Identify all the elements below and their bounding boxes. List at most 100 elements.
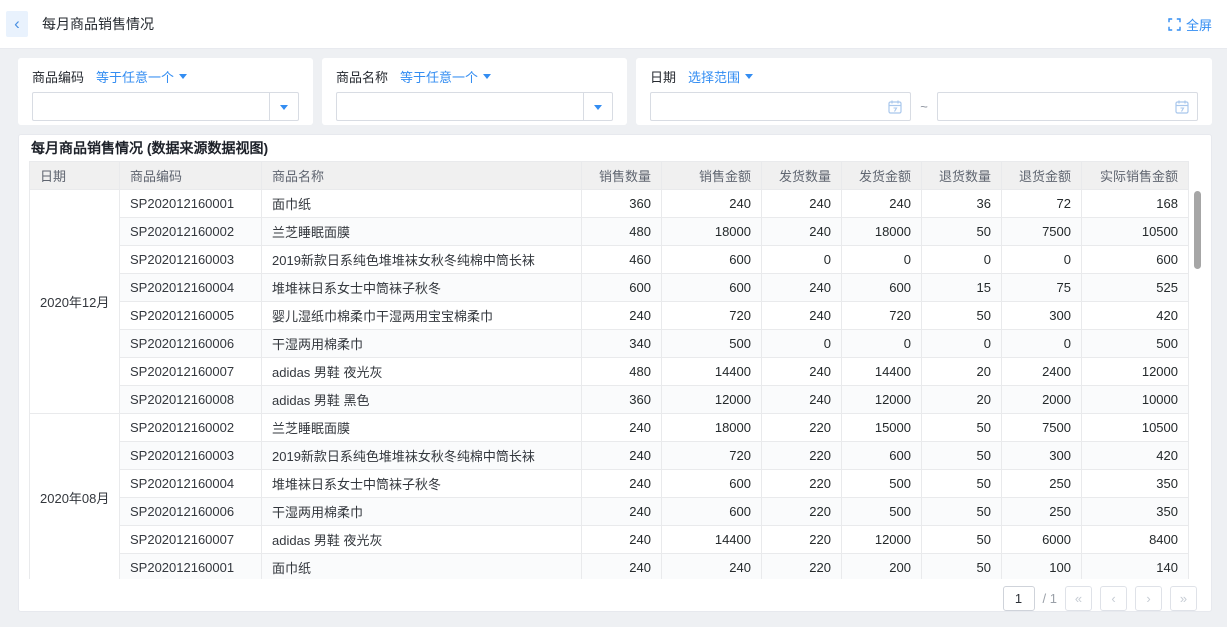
metric-cell: 240 xyxy=(582,498,662,526)
back-button[interactable]: ‹ xyxy=(6,11,28,37)
product-code-filter-label: 商品编码 xyxy=(32,67,84,86)
metric-cell: 14400 xyxy=(662,526,762,554)
header-cell: 商品名称 xyxy=(262,162,582,190)
date-range-separator: ~ xyxy=(920,99,928,114)
metric-cell: 240 xyxy=(762,274,842,302)
next-page-button[interactable]: › xyxy=(1135,586,1162,611)
metric-cell: 240 xyxy=(582,414,662,442)
date-filter-label: 日期 xyxy=(650,67,676,86)
table-row: SP202012160007adidas 男鞋 夜光灰2401440022012… xyxy=(30,526,1189,554)
table-body: 2020年12月SP202012160001面巾纸360240240240367… xyxy=(30,190,1189,580)
metric-cell: 140 xyxy=(1082,554,1189,580)
product-name-cell: 面巾纸 xyxy=(262,190,582,218)
product-name-cell: 面巾纸 xyxy=(262,554,582,580)
fullscreen-label: 全屏 xyxy=(1186,15,1212,34)
header-cell: 退货数量 xyxy=(922,162,1002,190)
back-chevron-icon: ‹ xyxy=(14,15,20,32)
product-name-select-value xyxy=(337,93,583,120)
product-name-cell: 兰芝睡眠面膜 xyxy=(262,414,582,442)
metric-cell: 420 xyxy=(1082,442,1189,470)
page-number-input[interactable]: 1 xyxy=(1003,586,1035,611)
metric-cell: 50 xyxy=(922,218,1002,246)
metric-cell: 480 xyxy=(582,358,662,386)
metric-cell: 360 xyxy=(582,386,662,414)
metric-cell: 500 xyxy=(662,330,762,358)
product-code-cell: SP202012160002 xyxy=(120,414,262,442)
date-operator-link[interactable]: 选择范围 xyxy=(688,67,753,86)
metric-cell: 240 xyxy=(662,190,762,218)
filter-row: 商品编码 等于任意一个 商品名称 等于任意一个 xyxy=(18,58,1212,125)
metric-cell: 240 xyxy=(582,442,662,470)
date-end-input[interactable] xyxy=(937,92,1198,121)
table-row: SP202012160002兰芝睡眠面膜48018000240180005075… xyxy=(30,218,1189,246)
prev-page-button[interactable]: ‹ xyxy=(1100,586,1127,611)
metric-cell: 0 xyxy=(842,246,922,274)
fullscreen-button[interactable]: 全屏 xyxy=(1168,15,1212,34)
product-code-select-arrow[interactable] xyxy=(269,93,298,120)
metric-cell: 500 xyxy=(842,498,922,526)
metric-cell: 220 xyxy=(762,498,842,526)
metric-cell: 2000 xyxy=(1002,386,1082,414)
metric-cell: 240 xyxy=(582,302,662,330)
operator-text: 等于任意一个 xyxy=(400,67,478,86)
product-name-cell: 堆堆袜日系女士中筒袜子秋冬 xyxy=(262,470,582,498)
metric-cell: 8400 xyxy=(1082,526,1189,554)
sales-table: 日期商品编码商品名称销售数量销售金额发货数量发货金额退货数量退货金额实际销售金额… xyxy=(29,161,1189,579)
product-name-cell: adidas 男鞋 夜光灰 xyxy=(262,358,582,386)
metric-cell: 0 xyxy=(922,246,1002,274)
product-name-operator-link[interactable]: 等于任意一个 xyxy=(400,67,491,86)
metric-cell: 720 xyxy=(842,302,922,330)
metric-cell: 0 xyxy=(762,330,842,358)
metric-cell: 72 xyxy=(1002,190,1082,218)
next-page-icon: › xyxy=(1146,591,1150,606)
header-cell: 商品编码 xyxy=(120,162,262,190)
metric-cell: 340 xyxy=(582,330,662,358)
product-name-select-arrow[interactable] xyxy=(583,93,612,120)
table-row: SP202012160005婴儿湿纸巾棉柔巾干湿两用宝宝棉柔巾240720240… xyxy=(30,302,1189,330)
table-viewport: 日期商品编码商品名称销售数量销售金额发货数量发货金额退货数量退货金额实际销售金额… xyxy=(29,161,1201,579)
metric-cell: 720 xyxy=(662,442,762,470)
metric-cell: 50 xyxy=(922,414,1002,442)
metric-cell: 600 xyxy=(842,442,922,470)
last-page-button[interactable]: » xyxy=(1170,586,1197,611)
product-name-cell: 堆堆袜日系女士中筒袜子秋冬 xyxy=(262,274,582,302)
header-cell: 日期 xyxy=(30,162,120,190)
chevron-down-icon xyxy=(483,74,491,79)
vertical-scrollbar[interactable] xyxy=(1193,161,1201,579)
metric-cell: 0 xyxy=(1002,246,1082,274)
scrollbar-thumb[interactable] xyxy=(1194,191,1201,269)
metric-cell: 10500 xyxy=(1082,218,1189,246)
product-name-cell: 婴儿湿纸巾棉柔巾干湿两用宝宝棉柔巾 xyxy=(262,302,582,330)
header-cell: 退货金额 xyxy=(1002,162,1082,190)
first-page-button[interactable]: « xyxy=(1065,586,1092,611)
date-start-input[interactable] xyxy=(650,92,911,121)
metric-cell: 18000 xyxy=(662,414,762,442)
metric-cell: 168 xyxy=(1082,190,1189,218)
product-code-operator-link[interactable]: 等于任意一个 xyxy=(96,67,187,86)
header-cell: 发货数量 xyxy=(762,162,842,190)
product-code-cell: SP202012160004 xyxy=(120,274,262,302)
metric-cell: 720 xyxy=(662,302,762,330)
metric-cell: 12000 xyxy=(842,386,922,414)
metric-cell: 220 xyxy=(762,526,842,554)
metric-cell: 220 xyxy=(762,442,842,470)
table-row: SP202012160006干湿两用棉柔巾2406002205005025035… xyxy=(30,498,1189,526)
product-code-cell: SP202012160007 xyxy=(120,526,262,554)
metric-cell: 240 xyxy=(762,218,842,246)
metric-cell: 20 xyxy=(922,386,1002,414)
metric-cell: 220 xyxy=(762,470,842,498)
product-code-cell: SP202012160003 xyxy=(120,246,262,274)
metric-cell: 240 xyxy=(762,358,842,386)
metric-cell: 10500 xyxy=(1082,414,1189,442)
metric-cell: 14400 xyxy=(662,358,762,386)
metric-cell: 600 xyxy=(1082,246,1189,274)
product-code-select[interactable] xyxy=(32,92,299,121)
metric-cell: 100 xyxy=(1002,554,1082,580)
metric-cell: 240 xyxy=(762,386,842,414)
table-row: SP202012160008adidas 男鞋 黑色36012000240120… xyxy=(30,386,1189,414)
product-name-select[interactable] xyxy=(336,92,613,121)
metric-cell: 600 xyxy=(662,498,762,526)
operator-text: 等于任意一个 xyxy=(96,67,174,86)
calendar-icon xyxy=(1174,99,1190,115)
table-row: 2020年12月SP202012160001面巾纸360240240240367… xyxy=(30,190,1189,218)
